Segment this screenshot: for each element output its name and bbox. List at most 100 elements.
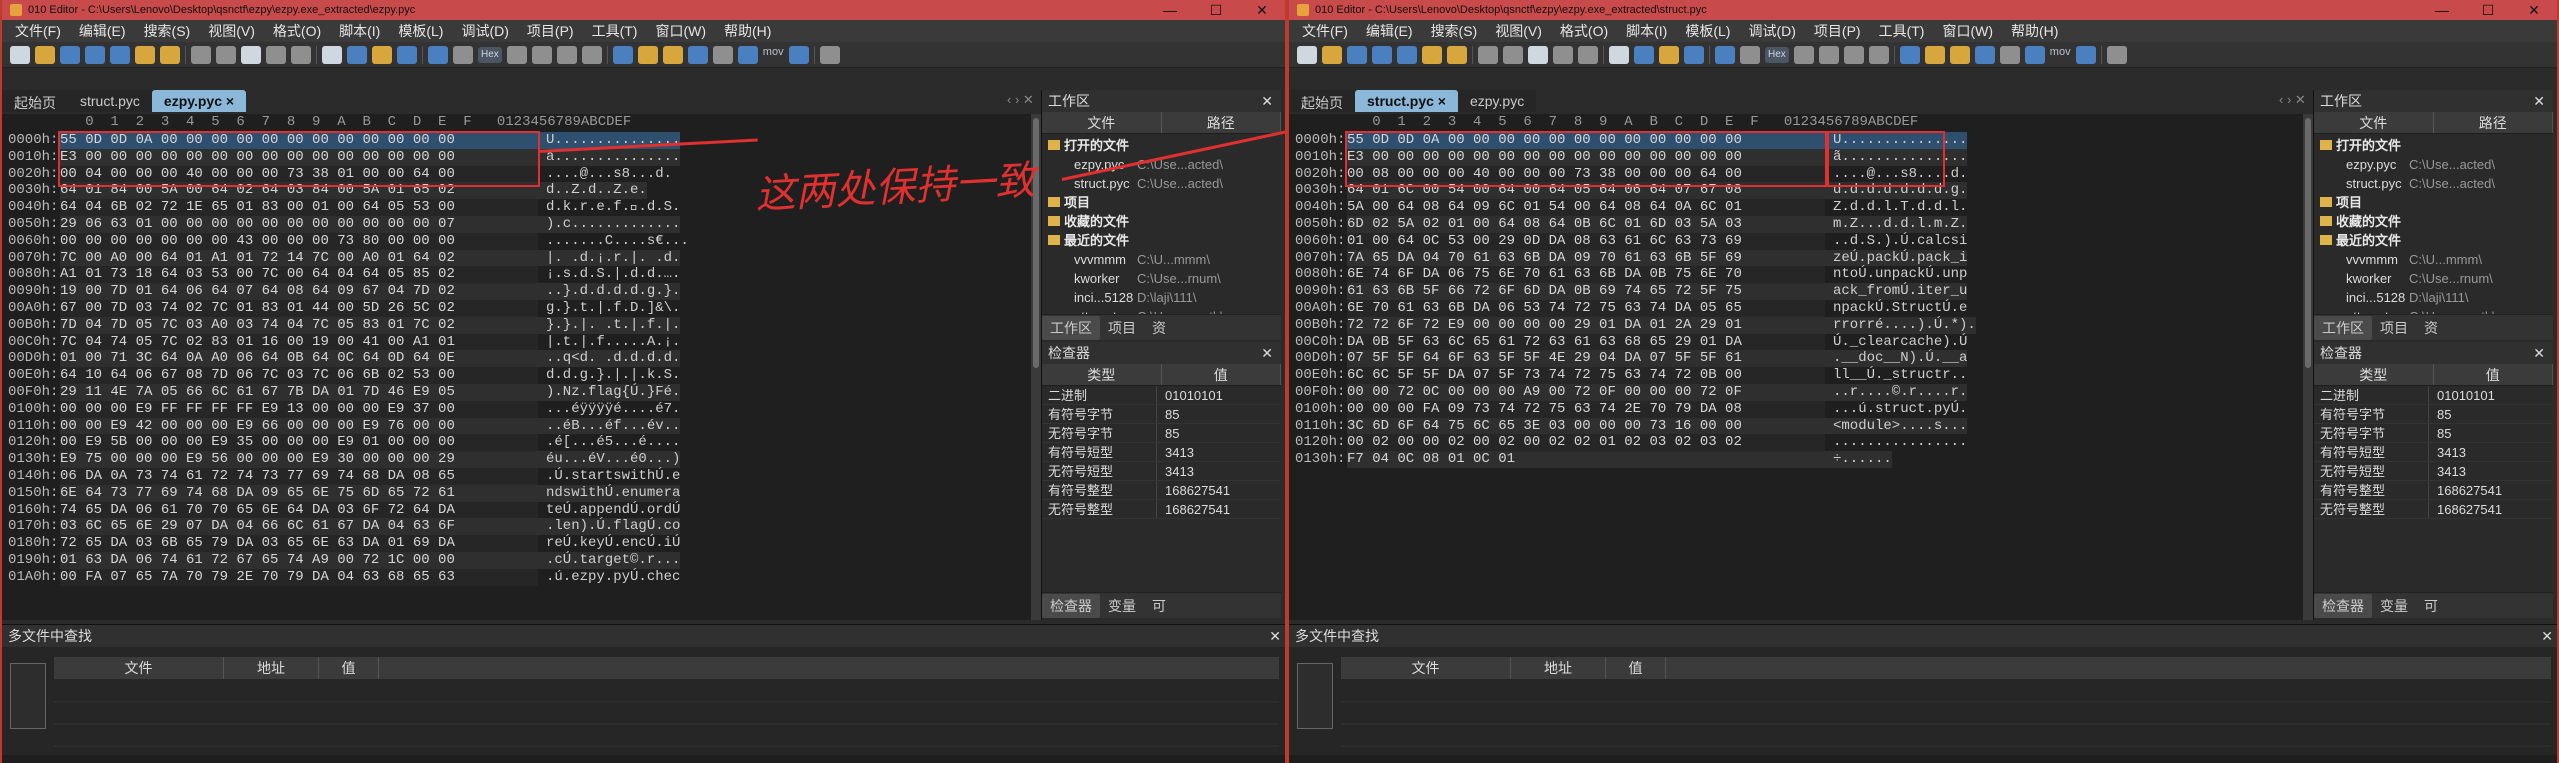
row-ascii[interactable]: <module>....s... [1825, 417, 1968, 435]
toolbar-icon[interactable] [737, 45, 758, 64]
hex-row[interactable]: 0130h: F7 04 0C 08 01 0C 01 ÷...... [1289, 451, 1976, 468]
tree-file[interactable]: kworker C:\Use...rnum\ [2314, 269, 2553, 288]
row-hex-bytes[interactable]: 7D 04 7D 05 7C 03 A0 03 74 04 7C 05 83 0… [60, 316, 538, 334]
row-hex-bytes[interactable]: 03 6C 65 6E 29 07 DA 04 66 6C 61 67 DA 0… [60, 518, 538, 536]
hex-row[interactable]: 0190h: 01 63 DA 06 74 61 72 67 65 74 A9 0… [2, 551, 689, 569]
row-hex-bytes[interactable]: 7C 04 74 05 7C 02 83 01 16 00 19 00 41 0… [60, 333, 538, 351]
hex-row[interactable]: 00C0h: DA 0B 5F 63 6C 65 61 72 63 61 63 6… [1289, 333, 1976, 351]
menu-item[interactable]: 项目(P) [518, 21, 583, 41]
hex-row[interactable]: 00B0h: 7D 04 7D 05 7C 03 A0 03 74 04 7C 0… [2, 316, 689, 334]
row-ascii[interactable]: ....@...s8...d. [538, 166, 672, 183]
inspector-row[interactable]: 无符号短型 3413 [1042, 462, 1281, 481]
row-hex-bytes[interactable]: 00 FA 07 65 7A 70 79 2E 70 79 DA 04 63 6… [60, 568, 538, 586]
close-icon[interactable]: ✕ [2533, 342, 2545, 364]
hex-mode-button[interactable]: Hex [1765, 46, 1789, 63]
toolbar-icon[interactable] [241, 45, 261, 64]
minimize-button[interactable]: — [1147, 2, 1193, 18]
col-path[interactable]: 路径 [2434, 112, 2553, 133]
menu-item[interactable]: 工具(T) [583, 21, 647, 41]
toolbar-icon[interactable] [291, 45, 311, 64]
toolbar-icon[interactable] [428, 45, 448, 64]
toolbar-icon[interactable] [1478, 45, 1498, 64]
menu-item[interactable]: 项目(P) [1805, 21, 1870, 41]
inspector-row[interactable]: 有符号整型 168627541 [2314, 481, 2553, 500]
toolbar-icon[interactable] [453, 45, 473, 64]
row-ascii[interactable]: .__doc__N).Ú.__a [1825, 350, 1968, 368]
close-icon[interactable]: ✕ [1269, 625, 1281, 647]
toolbar-icon[interactable] [216, 45, 236, 64]
menu-item[interactable]: 模板(L) [1676, 21, 1739, 41]
file-tab[interactable]: 起始页 [2, 90, 68, 112]
row-ascii[interactable]: ÷...... [1825, 451, 1892, 468]
tree-file[interactable]: inci...5128 D:\laji\111\ [2314, 288, 2553, 307]
toolbar-icon[interactable] [1634, 45, 1654, 64]
row-ascii[interactable]: .cÚ.target©.r... [538, 551, 681, 569]
toolbar-icon[interactable] [1422, 45, 1442, 64]
toolbar-icon[interactable] [1528, 45, 1548, 64]
tree-file[interactable]: vvvmmm C:\U...mmm\ [2314, 250, 2553, 269]
hex-row[interactable]: 0090h: 19 00 7D 01 64 06 64 07 64 08 64 0… [2, 283, 689, 300]
inspector-row[interactable]: 无符号整型 168627541 [1042, 500, 1281, 519]
col-value[interactable]: 值 [319, 657, 379, 679]
tree-group[interactable]: 最近的文件 [1042, 231, 1281, 250]
row-ascii[interactable]: ..q<d. .d.d.d.d. [538, 350, 681, 368]
hex-row[interactable]: 0170h: 03 6C 65 6E 29 07 DA 04 66 6C 61 6… [2, 518, 689, 536]
row-ascii[interactable]: ..éB...éf...év.. [538, 417, 681, 435]
hex-row[interactable]: 0040h: 64 04 6B 02 72 1E 65 01 83 00 01 0… [2, 199, 689, 216]
row-hex-bytes[interactable]: 64 04 6B 02 72 1E 65 01 83 00 01 00 64 0… [60, 199, 538, 216]
hex-row[interactable]: 00B0h: 72 72 6F 72 E9 00 00 00 00 29 01 D… [1289, 316, 1976, 334]
row-hex-bytes[interactable]: 06 DA 0A 73 74 61 72 74 73 77 69 74 68 D… [60, 467, 538, 485]
hex-row[interactable]: 00A0h: 67 00 7D 03 74 02 7C 01 83 01 44 0… [2, 299, 689, 317]
close-icon[interactable]: ✕ [1261, 342, 1273, 364]
row-hex-bytes[interactable]: 01 63 DA 06 74 61 72 67 65 74 A9 00 72 1… [60, 551, 538, 569]
maximize-button[interactable]: ☐ [1193, 2, 1239, 19]
panel-tab[interactable]: 工作区 [2314, 315, 2372, 340]
inspector-row[interactable]: 有符号整型 168627541 [1042, 481, 1281, 500]
toolbar-icon[interactable] [322, 45, 342, 64]
menu-item[interactable]: 工具(T) [1870, 21, 1934, 41]
file-tab[interactable]: struct.pyc [68, 90, 152, 112]
inspector-row[interactable]: 有符号字节 85 [2314, 405, 2553, 424]
menu-item[interactable]: 调试(D) [1739, 21, 1804, 41]
hex-mode-button[interactable]: Hex [478, 46, 502, 63]
row-ascii[interactable]: ll__Ú._structr.. [1825, 367, 1967, 384]
tree-group[interactable]: 收藏的文件 [2314, 212, 2553, 231]
scroll-thumb[interactable] [2305, 118, 2311, 368]
toolbar-icon[interactable] [712, 45, 733, 64]
menu-item[interactable]: 帮助(H) [715, 21, 780, 41]
row-hex-bytes[interactable]: 00 00 00 FA 09 73 74 72 75 63 74 2E 70 7… [1347, 400, 1825, 418]
close-icon[interactable]: ✕ [2533, 90, 2545, 112]
col-value[interactable]: 值 [2434, 364, 2553, 385]
toolbar-icon[interactable] [687, 45, 708, 64]
hex-row[interactable]: 0070h: 7C 00 A0 00 64 01 A1 01 72 14 7C 0… [2, 249, 689, 267]
col-address[interactable]: 地址 [224, 657, 319, 679]
toolbar-icon[interactable] [1503, 45, 1523, 64]
row-ascii[interactable]: zeÚ.packÚ.pack_i [1825, 249, 1968, 267]
panel-tab[interactable]: 变量 [1100, 594, 1144, 618]
hex-row[interactable]: 0070h: 7A 65 DA 04 70 61 63 6B DA 09 70 6… [1289, 249, 1976, 267]
hex-row[interactable]: 0050h: 29 06 63 01 00 00 00 00 00 00 00 0… [2, 215, 689, 233]
row-ascii[interactable]: ).c............. [538, 215, 681, 233]
row-ascii[interactable]: m.Z...d.d.l.m.Z. [1825, 215, 1968, 233]
row-hex-bytes[interactable]: 19 00 7D 01 64 06 64 07 64 08 64 09 67 0… [60, 283, 538, 300]
hex-row[interactable]: 01A0h: 00 FA 07 65 7A 70 79 2E 70 79 DA 0… [2, 568, 689, 586]
toolbar-icon[interactable] [85, 45, 105, 64]
row-ascii[interactable]: reÚ.keyÚ.encÚ.iÚ [538, 535, 680, 552]
inspector-row[interactable]: 有符号短型 3413 [2314, 443, 2553, 462]
menu-item[interactable]: 调试(D) [452, 21, 517, 41]
toolbar-icon[interactable] [266, 45, 286, 64]
tree-group[interactable]: 最近的文件 [2314, 231, 2553, 250]
row-hex-bytes[interactable]: 01 00 71 3C 64 0A A0 06 64 0B 64 0C 64 0… [60, 350, 538, 368]
panel-tab[interactable]: 资 [2416, 316, 2446, 340]
row-hex-bytes[interactable]: 6E 70 61 63 6B DA 06 53 74 72 75 63 74 D… [1347, 299, 1825, 317]
row-ascii[interactable]: ntoÚ.unpackÚ.unp [1825, 266, 1967, 283]
hex-row[interactable]: 00C0h: 7C 04 74 05 7C 02 83 01 16 00 19 0… [2, 333, 689, 351]
hex-row[interactable]: 0120h: 00 E9 5B 00 00 00 E9 35 00 00 00 E… [2, 434, 689, 452]
toolbar-icon[interactable] [1868, 45, 1889, 64]
inspector-row[interactable]: 有符号字节 85 [1042, 405, 1281, 424]
row-ascii[interactable]: |. .d.¡.r.|. .d. [538, 249, 681, 267]
row-hex-bytes[interactable]: 67 00 7D 03 74 02 7C 01 83 01 44 00 5D 2… [60, 299, 538, 317]
toolbar-icon[interactable] [1553, 45, 1573, 64]
menu-item[interactable]: 文件(F) [6, 21, 70, 41]
tab-scroll-arrows[interactable]: ‹ › ✕ [1007, 92, 1034, 108]
